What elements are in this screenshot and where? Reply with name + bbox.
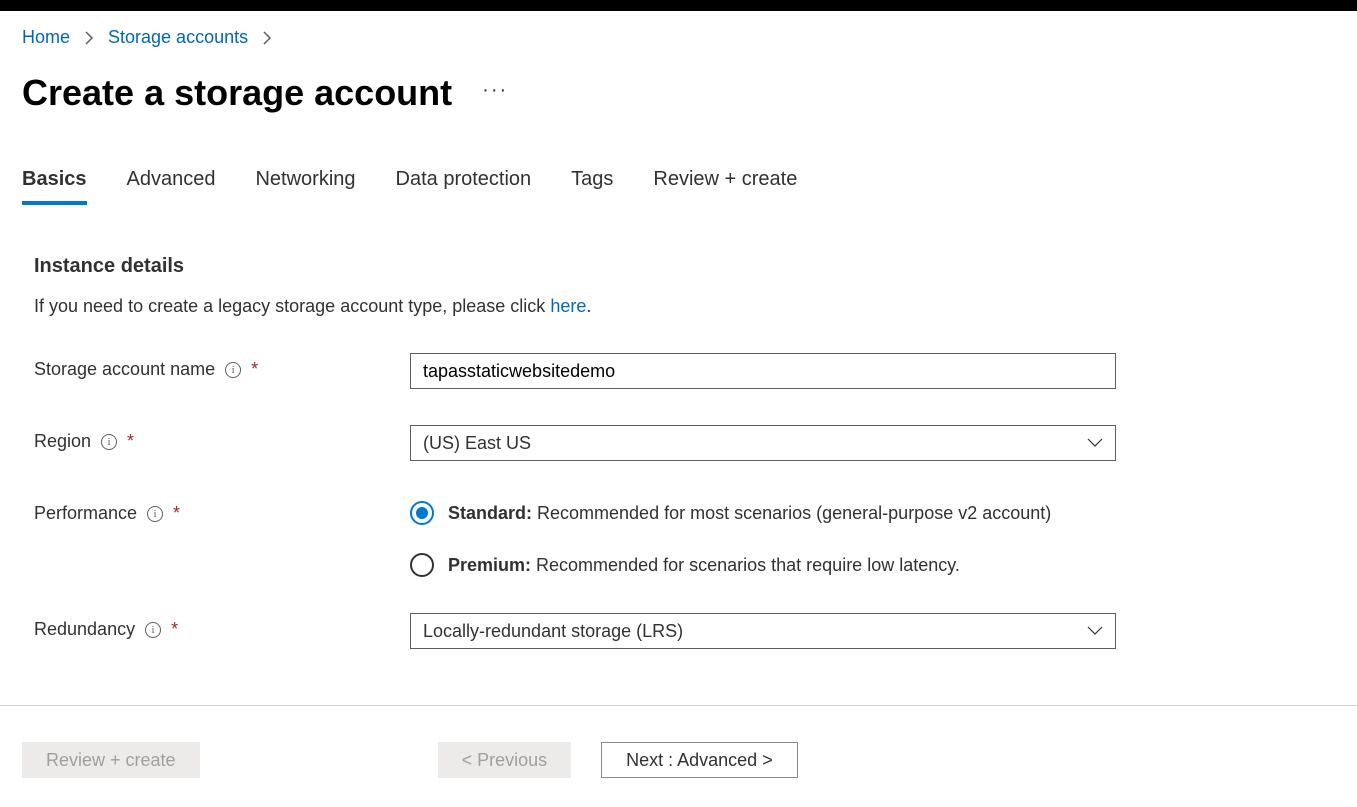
chevron-right-icon: [84, 31, 94, 45]
tab-basics[interactable]: Basics: [22, 168, 87, 205]
chevron-down-icon: [1087, 626, 1103, 636]
storage-account-name-input[interactable]: [410, 353, 1116, 389]
legacy-text-prefix: If you need to create a legacy storage a…: [34, 296, 550, 316]
review-create-button[interactable]: Review + create: [22, 742, 200, 778]
breadcrumb-storage-accounts[interactable]: Storage accounts: [108, 27, 248, 48]
radio-label: Premium: Recommended for scenarios that …: [448, 555, 960, 576]
label-storage-account-name: Storage account name: [34, 359, 215, 380]
chevron-right-icon: [262, 31, 272, 45]
info-icon[interactable]: i: [101, 434, 117, 450]
radio-icon: [410, 501, 434, 525]
chevron-down-icon: [1087, 438, 1103, 448]
legacy-text-suffix: .: [586, 296, 591, 316]
label-region: Region: [34, 431, 91, 452]
info-icon[interactable]: i: [147, 506, 163, 522]
section-heading-instance-details: Instance details: [34, 255, 1335, 278]
more-actions-icon[interactable]: ···: [482, 79, 508, 108]
previous-button[interactable]: < Previous: [438, 742, 572, 778]
tab-advanced[interactable]: Advanced: [127, 168, 216, 205]
legacy-link[interactable]: here: [550, 296, 586, 316]
tab-tags[interactable]: Tags: [571, 168, 613, 205]
breadcrumb: Home Storage accounts: [22, 11, 1335, 48]
required-indicator: *: [173, 503, 180, 524]
label-performance: Performance: [34, 503, 137, 524]
info-icon[interactable]: i: [145, 622, 161, 638]
redundancy-select[interactable]: Locally-redundant storage (LRS): [410, 613, 1116, 649]
tab-networking[interactable]: Networking: [255, 168, 355, 205]
tab-review-create[interactable]: Review + create: [653, 168, 797, 205]
required-indicator: *: [251, 359, 258, 380]
section-description: If you need to create a legacy storage a…: [34, 296, 1335, 317]
region-select-value: (US) East US: [423, 433, 531, 454]
radio-icon: [410, 553, 434, 577]
redundancy-select-value: Locally-redundant storage (LRS): [423, 621, 683, 642]
tabs: Basics Advanced Networking Data protecti…: [22, 168, 1335, 205]
required-indicator: *: [127, 431, 134, 452]
required-indicator: *: [171, 619, 178, 640]
footer-actions: Review + create < Previous Next : Advanc…: [0, 706, 1357, 788]
performance-standard-radio[interactable]: Standard: Recommended for most scenarios…: [410, 501, 1116, 525]
label-redundancy: Redundancy: [34, 619, 135, 640]
radio-label: Standard: Recommended for most scenarios…: [448, 503, 1051, 524]
tab-data-protection[interactable]: Data protection: [396, 168, 532, 205]
top-header-bar: [0, 0, 1357, 11]
page-title: Create a storage account: [22, 72, 452, 114]
region-select[interactable]: (US) East US: [410, 425, 1116, 461]
next-advanced-button[interactable]: Next : Advanced >: [601, 742, 798, 778]
breadcrumb-home[interactable]: Home: [22, 27, 70, 48]
info-icon[interactable]: i: [225, 362, 241, 378]
performance-premium-radio[interactable]: Premium: Recommended for scenarios that …: [410, 553, 1116, 577]
